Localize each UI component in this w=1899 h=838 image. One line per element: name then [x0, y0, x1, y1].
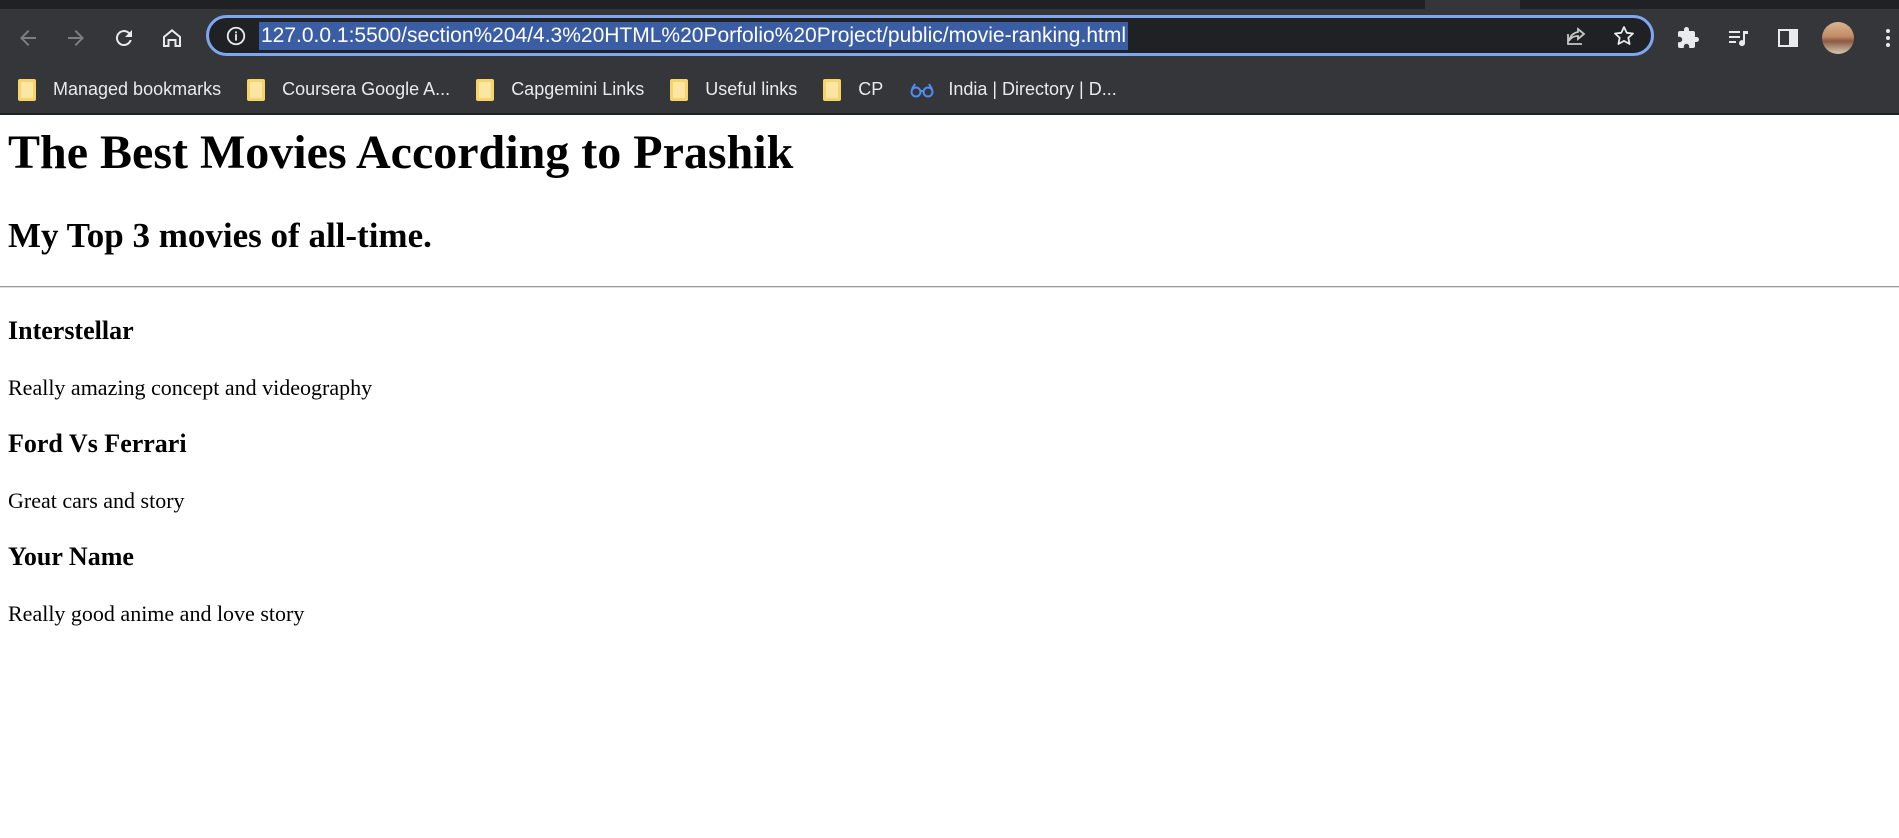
bookmark-label: Managed bookmarks [53, 79, 222, 99]
profile-avatar[interactable] [1820, 20, 1856, 56]
glasses-icon [909, 82, 935, 98]
star-icon[interactable] [1611, 23, 1637, 49]
movie-title: Your Name [8, 542, 134, 571]
bookmark-coursera[interactable]: Coursera Google A... [247, 78, 451, 101]
bookmarks-bar: Managed bookmarks Coursera Google A... C… [0, 66, 1899, 115]
page-subtitle: My Top 3 movies of all-time. [8, 216, 432, 255]
browser-chrome: 127.0.0.1:5500/section%204/4.3%20HTML%20… [0, 0, 1899, 115]
browser-toolbar: 127.0.0.1:5500/section%204/4.3%20HTML%20… [0, 9, 1899, 66]
folder-icon [476, 78, 495, 101]
folder-icon [823, 78, 842, 101]
bookmark-managed[interactable]: Managed bookmarks [18, 78, 222, 101]
bookmark-label: Capgemini Links [511, 79, 645, 99]
arrow-right-icon [68, 29, 84, 46]
bookmark-india-directory[interactable]: India | Directory | D... [909, 79, 1117, 100]
menu-kebab-icon[interactable] [1870, 20, 1899, 56]
movie-entry: Interstellar Really amazing concept and … [8, 316, 1891, 401]
home-button[interactable] [148, 14, 196, 62]
site-info-icon[interactable] [225, 25, 247, 47]
extensions-icon[interactable] [1670, 20, 1706, 56]
folder-icon [18, 78, 36, 101]
page-content: The Best Movies According to Prashik My … [0, 125, 1899, 627]
reload-button[interactable] [100, 14, 148, 62]
bookmark-label: Useful links [705, 79, 798, 99]
back-button[interactable] [4, 14, 52, 62]
avatar [1822, 21, 1854, 54]
page-title: The Best Movies According to Prashik [8, 126, 794, 179]
movie-entry: Ford Vs Ferrari Great cars and story [8, 429, 1891, 514]
folder-icon [670, 78, 689, 101]
movie-review: Really good anime and love story [8, 601, 305, 626]
bookmark-label: India | Directory | D... [948, 79, 1117, 99]
share-icon[interactable] [1563, 23, 1589, 49]
movie-review: Great cars and story [8, 488, 185, 513]
tab-strip [0, 0, 1899, 9]
bookmark-label: CP [858, 79, 884, 99]
url-text[interactable]: 127.0.0.1:5500/section%204/4.3%20HTML%20… [259, 21, 1128, 50]
side-panel-icon[interactable] [1770, 20, 1806, 56]
forward-button[interactable] [52, 14, 100, 62]
movie-review: Really amazing concept and videography [8, 375, 373, 400]
home-icon [163, 28, 181, 47]
bookmark-useful-links[interactable]: Useful links [670, 78, 798, 101]
arrow-left-icon [20, 29, 36, 46]
movie-title: Ford Vs Ferrari [8, 429, 187, 458]
reload-icon [115, 29, 132, 46]
movie-title: Interstellar [8, 316, 134, 345]
bookmark-cp[interactable]: CP [823, 78, 884, 101]
active-tab[interactable] [1425, 0, 1520, 9]
divider [0, 286, 1899, 288]
media-controls-icon[interactable] [1720, 20, 1756, 56]
address-bar[interactable]: 127.0.0.1:5500/section%204/4.3%20HTML%20… [206, 15, 1654, 56]
folder-icon [247, 78, 266, 101]
bookmark-capgemini[interactable]: Capgemini Links [476, 78, 645, 101]
movie-entry: Your Name Really good anime and love sto… [8, 542, 1891, 627]
bookmark-label: Coursera Google A... [282, 79, 451, 99]
